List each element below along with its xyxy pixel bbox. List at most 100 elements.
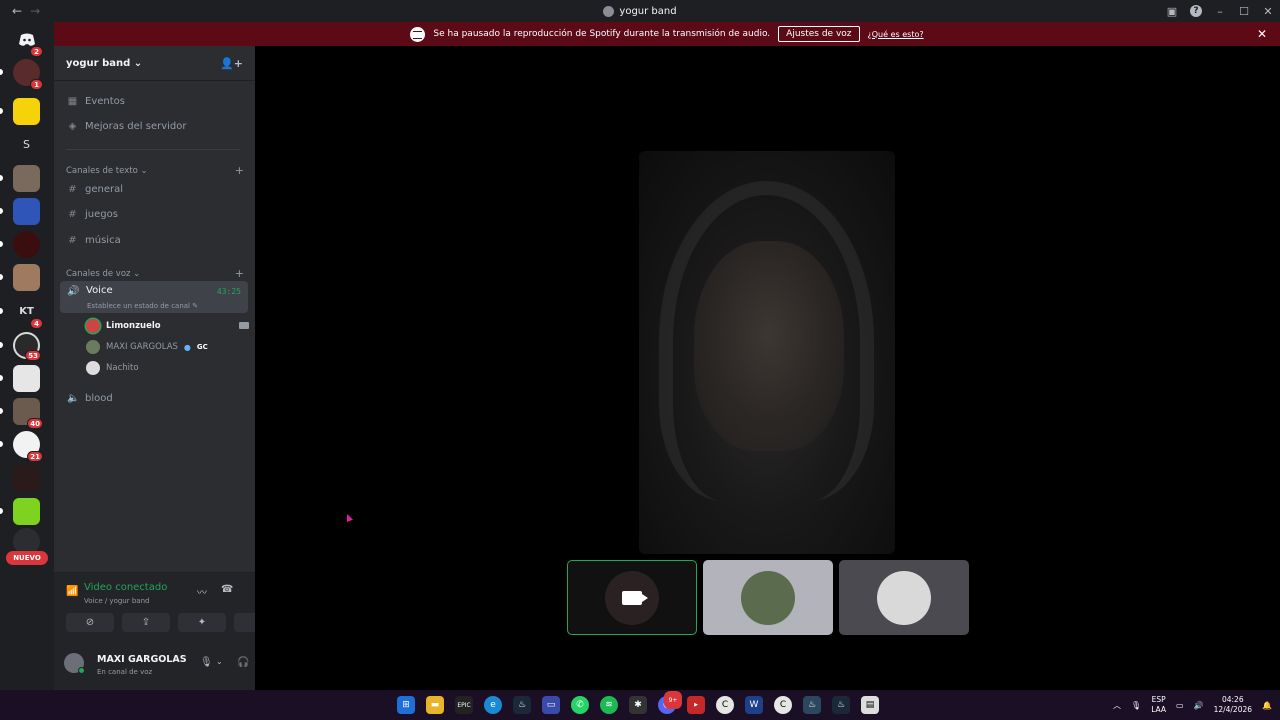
server-icon[interactable]: KT 4 — [13, 298, 43, 329]
unread-pill — [0, 241, 3, 247]
history-nav: ← → — [0, 4, 40, 18]
monitor-app-icon[interactable]: ▭ — [542, 696, 560, 714]
server-icon[interactable]: 21 — [13, 431, 43, 462]
server-boosts-link[interactable]: ◈ Mejoras del servidor — [62, 115, 247, 137]
channel-juegos[interactable]: # juegos — [62, 203, 247, 225]
steam-icon[interactable]: ♨ — [803, 696, 821, 714]
voice-connection-panel: 📶 Video conectado Voice / yogur band 〰 ☎… — [54, 572, 282, 643]
back-arrow-icon[interactable]: ← — [12, 4, 22, 18]
hashtag-icon: # — [68, 234, 77, 246]
add-channel-icon[interactable]: + — [235, 267, 244, 280]
voice-member[interactable]: MAXI GARGOLAS ● GC — [86, 338, 208, 356]
set-channel-status[interactable]: Establece un estado de canal ✎ — [87, 302, 198, 310]
app-icon[interactable]: C — [774, 696, 792, 714]
microphone-icon[interactable]: 🎙 — [200, 657, 213, 668]
unread-pill — [0, 441, 3, 447]
server-icon[interactable]: 40 — [13, 398, 43, 429]
noise-suppression-icon[interactable]: 〰 — [197, 584, 207, 599]
inbox-icon[interactable]: ▣ — [1160, 5, 1184, 18]
disconnect-icon[interactable]: ☎ — [221, 584, 233, 595]
invite-people-icon[interactable]: 👤+ — [220, 57, 243, 70]
server-icon[interactable]: S — [13, 131, 40, 158]
voice-member[interactable]: Nachito — [86, 359, 139, 377]
server-icon[interactable] — [13, 498, 40, 525]
add-channel-icon[interactable]: + — [235, 164, 244, 177]
avatar — [86, 340, 100, 354]
steam-icon[interactable]: ♨ — [513, 696, 531, 714]
notification-bell-icon[interactable]: 🔔 — [1262, 701, 1272, 710]
events-link[interactable]: ▦ Eventos — [62, 90, 247, 112]
help-icon[interactable]: ? — [1190, 5, 1202, 17]
voice-channel-voice[interactable]: 🔊 Voice 43:25 Establece un estado de can… — [60, 281, 248, 313]
channel-musica[interactable]: # música — [62, 229, 247, 251]
server-icon[interactable] — [13, 365, 40, 392]
unread-pill — [0, 208, 3, 214]
windows-start-icon[interactable]: ⊞ — [397, 696, 415, 714]
new-unreads-badge[interactable]: NUEVO — [6, 551, 48, 565]
headphones-icon[interactable]: 🎧 — [237, 657, 249, 668]
spider-app-icon[interactable]: ✱ — [629, 696, 647, 714]
screen-share-button[interactable]: ⇪ — [122, 613, 170, 632]
signal-icon[interactable]: 📶 — [66, 586, 78, 597]
avatar — [86, 361, 100, 375]
media-app-icon[interactable]: ▶ — [687, 696, 705, 714]
volume-icon[interactable]: 🔊 — [1194, 701, 1204, 710]
minimize-button[interactable]: – — [1208, 5, 1232, 18]
steam-icon[interactable]: ♨ — [832, 696, 850, 714]
server-icon[interactable] — [13, 465, 40, 492]
discord-icon[interactable]: ◉9+ — [658, 691, 682, 714]
unread-pill — [0, 508, 3, 514]
main-video-feed[interactable] — [639, 151, 895, 554]
forward-arrow-icon[interactable]: → — [30, 4, 40, 18]
participant-tile[interactable] — [703, 560, 833, 635]
participant-tiles — [567, 560, 969, 635]
camera-off-button[interactable]: ⊘ — [66, 613, 114, 632]
network-icon[interactable]: ▭ — [1176, 701, 1184, 710]
text-channels-category[interactable]: Canales de texto ⌄ + — [66, 164, 244, 177]
app-icon[interactable]: C — [716, 696, 734, 714]
unread-pill — [0, 108, 3, 114]
window-title: yogur band — [0, 5, 1280, 17]
video-content — [694, 241, 844, 451]
whatsapp-icon[interactable]: ✆ — [571, 696, 589, 714]
chevron-up-icon[interactable]: ︿ — [1113, 700, 1121, 711]
voice-channels-category[interactable]: Canales de voz ⌄ + — [66, 267, 244, 280]
server-icon[interactable]: 1 — [13, 59, 43, 90]
chevron-down-icon[interactable]: ⌄ — [216, 657, 223, 666]
server-icon[interactable] — [13, 231, 40, 258]
server-icon[interactable] — [13, 198, 40, 225]
close-window-button[interactable]: ✕ — [1256, 5, 1280, 18]
participant-tile[interactable] — [839, 560, 969, 635]
voice-member[interactable]: Limonzuelo — [86, 317, 161, 335]
app-icon[interactable]: W — [745, 696, 763, 714]
clock[interactable]: 04:26 12/4/2026 — [1214, 695, 1252, 715]
online-status-icon — [78, 667, 85, 674]
unread-pill — [0, 274, 3, 280]
windows-taskbar: ⊞ ▬ EPIC e ♨ ▭ ✆ ≋ ✱ ◉9+ ▶ C W C ♨ ♨ ▤ ︿… — [0, 690, 1280, 720]
voice-settings-button[interactable]: Ajustes de voz — [778, 26, 860, 42]
file-explorer-icon[interactable]: ▬ — [426, 696, 444, 714]
divider — [66, 149, 240, 150]
edge-icon[interactable]: e — [484, 696, 502, 714]
server-rail: 2 1 S KT 4 53 40 21 NUEVO — [0, 22, 54, 690]
unread-pill — [0, 408, 3, 414]
voice-channel-blood[interactable]: 🔈 blood — [62, 387, 247, 409]
server-icon[interactable] — [13, 165, 40, 192]
epic-games-icon[interactable]: EPIC — [455, 696, 473, 714]
participant-tile[interactable] — [567, 560, 697, 635]
app-icon[interactable]: ▤ — [861, 696, 879, 714]
discord-home-button[interactable]: 2 — [13, 26, 43, 57]
maximize-button[interactable]: ☐ — [1232, 5, 1256, 18]
server-icon[interactable] — [13, 98, 40, 125]
server-icon[interactable]: 53 — [13, 332, 41, 361]
server-icon[interactable] — [13, 264, 40, 291]
activities-button[interactable]: ✦ — [178, 613, 226, 632]
channel-general[interactable]: # general — [62, 178, 247, 200]
whats-this-link[interactable]: ¿Qué es esto? — [868, 30, 924, 39]
server-header[interactable]: yogur band ⌄ 👤+ — [54, 46, 255, 81]
microphone-icon[interactable]: 🎙 — [1131, 701, 1141, 710]
close-banner-icon[interactable]: ✕ — [1257, 27, 1267, 41]
language-indicator[interactable]: ESP LAA — [1151, 695, 1166, 715]
server-name: yogur band — [66, 57, 131, 69]
spotify-icon[interactable]: ≋ — [600, 696, 618, 714]
